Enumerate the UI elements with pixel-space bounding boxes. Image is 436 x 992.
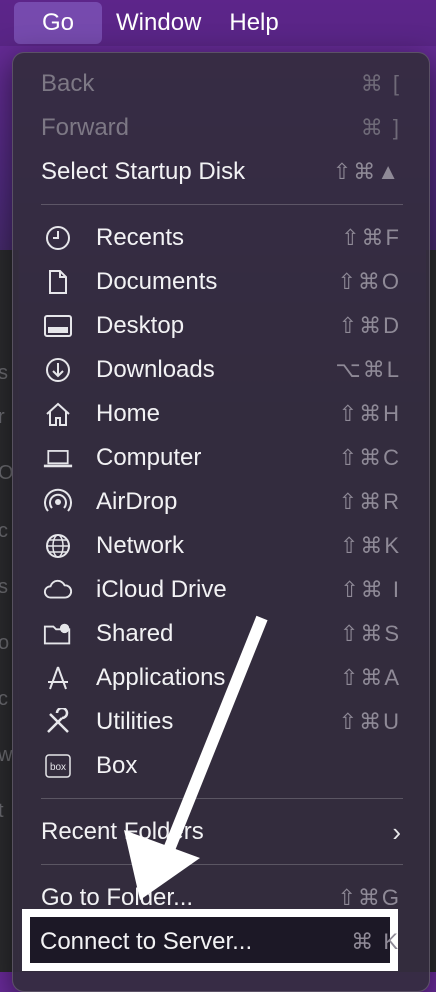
menu-item-label: Select Startup Disk: [41, 158, 246, 185]
menu-item-shared[interactable]: Shared ⇧⌘S: [13, 612, 431, 656]
cloud-icon: [43, 576, 73, 604]
separator: [41, 204, 403, 205]
menu-item-label: Utilities: [96, 708, 174, 735]
laptop-icon: [43, 444, 73, 472]
menu-item-network[interactable]: Network ⇧⌘K: [13, 524, 431, 568]
background-text: o: [0, 632, 10, 654]
background-text: t: [0, 800, 4, 822]
desktop-icon: [43, 312, 73, 340]
background-text: s: [0, 576, 8, 598]
menu-item-label: Documents: [96, 268, 218, 295]
box-icon: box: [43, 752, 73, 780]
menu-item-label: Computer: [96, 444, 202, 471]
shortcut-label: ⇧⌘F: [341, 225, 401, 250]
background-text: s: [0, 362, 8, 384]
menubar: Go Window Help: [0, 0, 436, 46]
document-icon: [43, 268, 73, 296]
shortcut-label: ⌘ [: [360, 71, 401, 96]
menu-item-label: Applications: [96, 664, 226, 691]
background-text: c: [0, 520, 8, 542]
airdrop-icon: [43, 488, 73, 516]
menu-item-label: Box: [96, 752, 138, 779]
shortcut-label: ⌘ K: [351, 929, 400, 954]
menu-item-forward[interactable]: Forward ⌘ ]: [13, 106, 431, 150]
menu-item-desktop[interactable]: Desktop ⇧⌘D: [13, 304, 431, 348]
shortcut-label: ⇧⌘G: [337, 885, 401, 910]
menu-item-label: Back: [41, 70, 95, 97]
clock-icon: [43, 224, 73, 252]
shortcut-label: ⇧⌘S: [339, 621, 401, 646]
shortcut-label: ⇧⌘H: [338, 401, 401, 426]
menu-item-recents[interactable]: Recents ⇧⌘F: [13, 216, 431, 260]
separator: [41, 864, 403, 865]
menu-item-label: Downloads: [96, 356, 215, 383]
menu-item-utilities[interactable]: Utilities ⇧⌘U: [13, 700, 431, 744]
menu-item-label: Home: [96, 400, 161, 427]
menu-item-label: Forward: [41, 114, 130, 141]
menu-item-label: iCloud Drive: [96, 576, 227, 603]
shortcut-label: ⇧⌘▲: [332, 159, 401, 184]
shortcut-label: ⇧⌘C: [338, 445, 401, 470]
menu-item-label: Recent Folders: [41, 818, 204, 845]
menu-item-select-startup-disk[interactable]: Select Startup Disk ⇧⌘▲: [13, 150, 431, 194]
menu-item-label: Network: [96, 532, 185, 559]
shortcut-label: ⇧⌘U: [338, 709, 401, 734]
menu-item-home[interactable]: Home ⇧⌘H: [13, 392, 431, 436]
menu-item-icloud-drive[interactable]: iCloud Drive ⇧⌘ I: [13, 568, 431, 612]
shortcut-label: ⇧⌘K: [339, 533, 401, 558]
menubar-help[interactable]: Help: [215, 0, 292, 46]
home-icon: [43, 400, 73, 428]
menu-item-back[interactable]: Back ⌘ [: [13, 62, 431, 106]
menu-item-recent-folders[interactable]: Recent Folders ›: [13, 810, 431, 854]
menu-item-computer[interactable]: Computer ⇧⌘C: [13, 436, 431, 480]
shortcut-label: ⇧⌘D: [338, 313, 401, 338]
menu-item-label: Shared: [96, 620, 174, 647]
shortcut-label: ⇧⌘A: [339, 665, 401, 690]
menubar-window[interactable]: Window: [102, 0, 215, 46]
menu-item-applications[interactable]: Applications ⇧⌘A: [13, 656, 431, 700]
background-text: w: [0, 744, 13, 766]
chevron-right-icon: ›: [392, 816, 401, 847]
background-text: r: [0, 406, 5, 428]
shared-folder-icon: [43, 620, 73, 648]
svg-text:box: box: [50, 762, 66, 773]
menu-item-label: AirDrop: [96, 488, 178, 515]
shortcut-label: ⌥⌘L: [335, 357, 401, 382]
separator: [41, 798, 403, 799]
menubar-go[interactable]: Go: [14, 2, 103, 44]
menu-item-label: Connect to Server...: [40, 928, 253, 955]
shortcut-label: ⌘ ]: [360, 115, 401, 140]
menu-item-downloads[interactable]: Downloads ⌥⌘L: [13, 348, 431, 392]
menu-item-documents[interactable]: Documents ⇧⌘O: [13, 260, 431, 304]
menu-item-label: Desktop: [96, 312, 185, 339]
shortcut-label: ⇧⌘R: [338, 489, 401, 514]
menu-item-box[interactable]: box Box: [13, 744, 431, 788]
download-icon: [43, 356, 73, 384]
menu-item-label: Go to Folder...: [41, 884, 194, 911]
globe-icon: [43, 532, 73, 560]
shortcut-label: ⇧⌘ I: [340, 577, 401, 602]
background-text: c: [0, 688, 8, 710]
go-menu: Back ⌘ [ Forward ⌘ ] Select Startup Disk…: [12, 52, 430, 992]
menu-item-label: Recents: [96, 224, 185, 251]
applications-icon: [43, 664, 73, 692]
utilities-icon: [43, 708, 73, 736]
shortcut-label: ⇧⌘O: [337, 269, 401, 294]
menu-item-airdrop[interactable]: AirDrop ⇧⌘R: [13, 480, 431, 524]
menu-item-connect-to-server[interactable]: Connect to Server... ⌘ K: [12, 920, 430, 964]
